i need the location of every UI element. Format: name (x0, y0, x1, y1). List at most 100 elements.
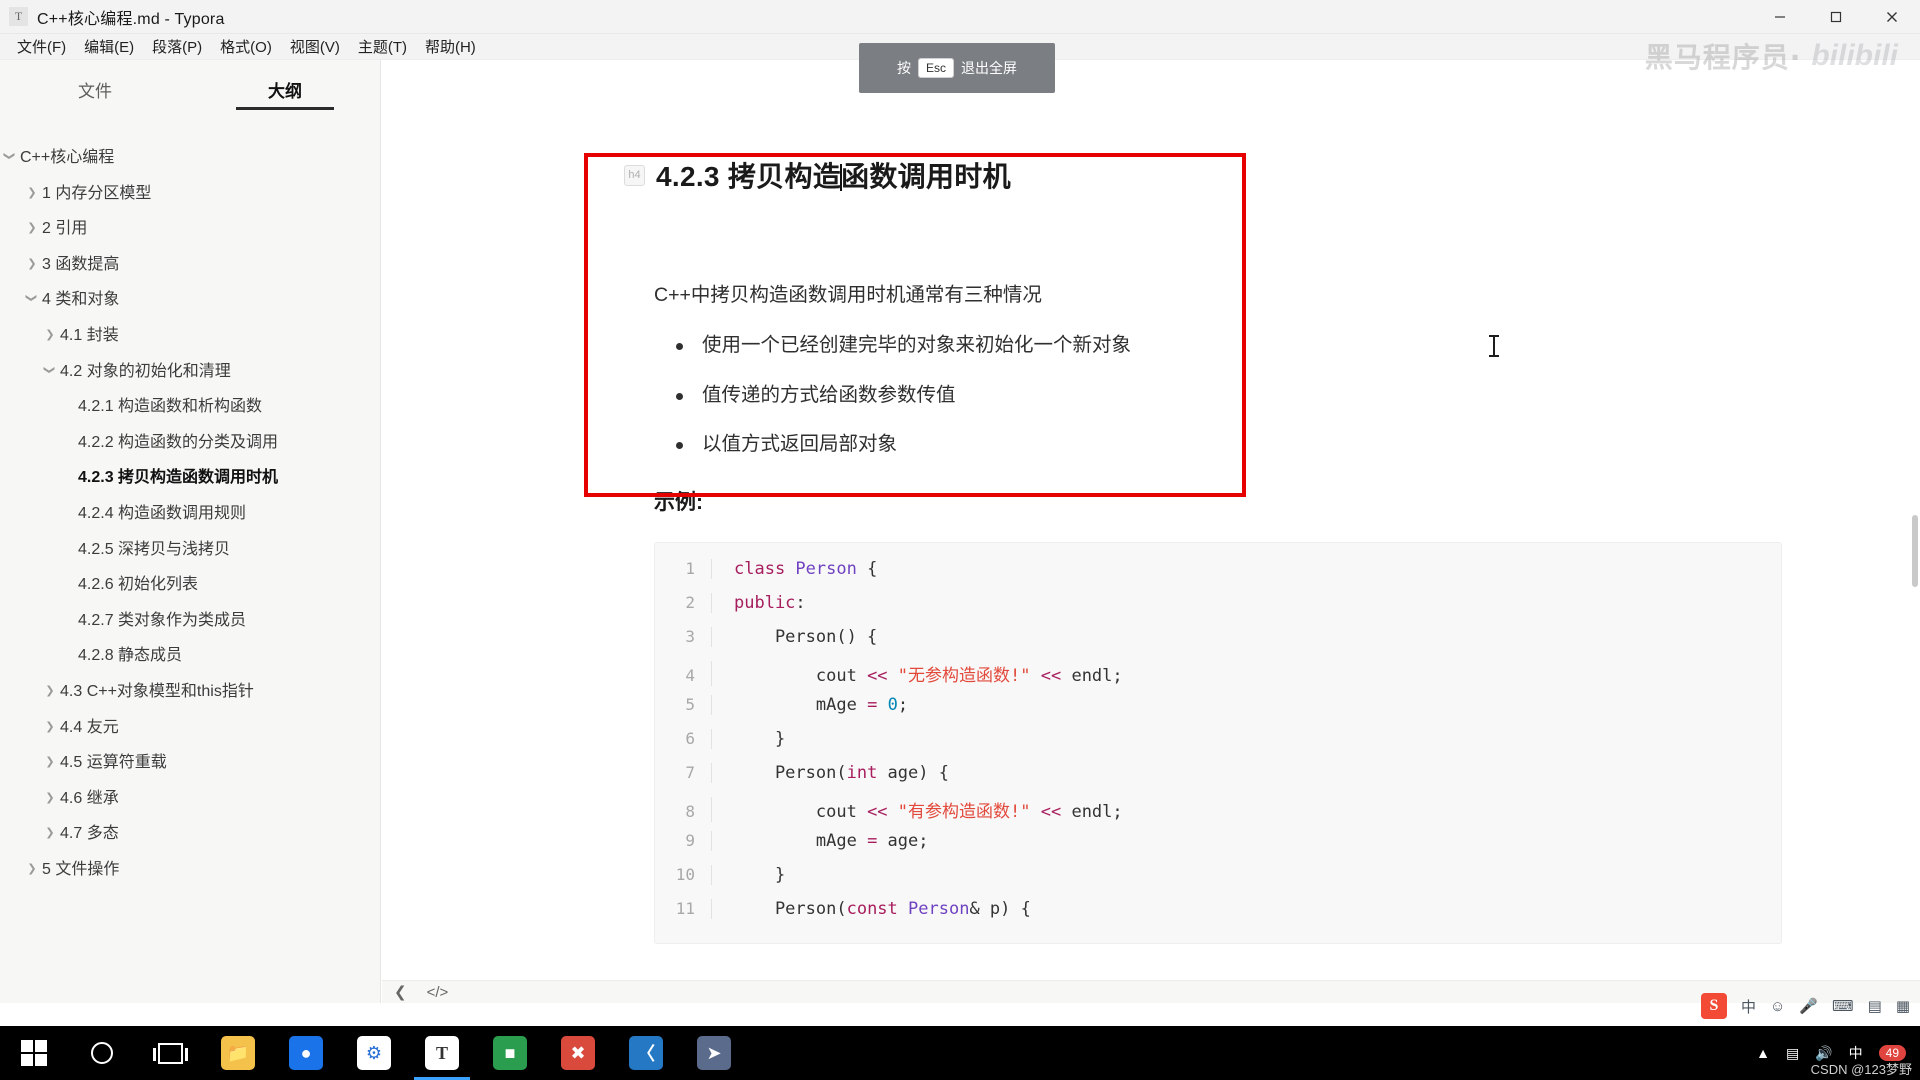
chevron-right-icon[interactable]: ❯ (40, 325, 60, 343)
outline-item-label: C++核心编程 (20, 149, 115, 166)
code-line-number: 11 (675, 899, 695, 919)
code-line-text: mAge = age; (711, 831, 1781, 852)
outline-item[interactable]: ❯ 3 函数提高 (0, 247, 380, 283)
chevron-right-icon[interactable]: ❯ (40, 681, 60, 699)
outline-item[interactable]: ❯ 4.4 友元 (0, 710, 380, 746)
chevron-right-icon[interactable]: ❯ (22, 254, 42, 272)
file-explorer[interactable]: 📁 (204, 1026, 272, 1080)
terminal-app[interactable]: ■ (476, 1026, 544, 1080)
emoji-icon[interactable]: ☺ (1770, 998, 1785, 1015)
outline-item[interactable]: ❯ 4 类和对象 (0, 282, 380, 318)
code-line: 9 mAge = age; (655, 831, 1781, 865)
outline-item[interactable]: ❯4.2.3 拷贝构造函数调用时机 (0, 460, 380, 496)
outline-item[interactable]: ❯ 1 内存分区模型 (0, 176, 380, 212)
windows-taskbar: 📁 ● ⚙ T ■ ✖ 〈 ➤ ▲ ▤ 🔊 中 49 CSDN @123梦野 (0, 1026, 1920, 1080)
outline-item[interactable]: ❯ 4.2 对象的初始化和清理 (0, 354, 380, 390)
close-icon[interactable] (1864, 0, 1920, 34)
sogou-ime-icon[interactable]: S (1700, 993, 1727, 1019)
outline-item[interactable]: ❯ 4.5 运算符重载 (0, 745, 380, 781)
outline-item[interactable]: ❯4.2.5 深拷贝与浅拷贝 (0, 532, 380, 568)
code-line-text: cout << "有参构造函数!" << endl; (711, 797, 1781, 823)
code-line: 6 } (655, 729, 1781, 763)
outline-item[interactable]: ❯ C++核心编程 (0, 140, 380, 176)
vertical-scrollbar[interactable] (1912, 515, 1918, 587)
outline-item[interactable]: ❯ 4.1 封装 (0, 318, 380, 354)
outline-item[interactable]: ❯4.2.8 静态成员 (0, 638, 380, 674)
task-view-button[interactable] (136, 1026, 204, 1080)
typora-icon: T (425, 1036, 459, 1070)
menu-theme[interactable]: 主题(T) (349, 34, 416, 59)
sidebar: 文件 大纲 ❯ C++核心编程 ❯ 1 内存分区模型 ❯ 2 引用 ❯ 3 函数提高 ❯ 4 类和… (0, 60, 381, 1003)
network-icon[interactable]: ▤ (1786, 1045, 1799, 1062)
menu-view[interactable]: 视图(V) (281, 34, 349, 59)
misc-app[interactable]: ➤ (680, 1026, 748, 1080)
outline-item[interactable]: ❯ 4.6 继承 (0, 781, 380, 817)
outline-item[interactable]: ❯4.2.2 构造函数的分类及调用 (0, 425, 380, 461)
mic-icon[interactable]: 🎤 (1799, 997, 1818, 1015)
menu-help[interactable]: 帮助(H) (416, 34, 485, 59)
minimize-icon[interactable] (1752, 0, 1808, 34)
tab-files[interactable]: 文件 (0, 60, 190, 118)
status-left-group: ❮ </> (394, 983, 449, 1002)
outline-item[interactable]: ❯ 4.3 C++对象模型和this指针 (0, 674, 380, 710)
chevron-right-icon[interactable]: ❯ (22, 859, 42, 877)
keyboard-icon[interactable]: ⌨ (1832, 997, 1854, 1015)
editor-content[interactable]: h4 4.2.3 拷贝构造函数调用时机 C++中拷贝构造函数调用时机通常有三种情… (382, 60, 1920, 1003)
typora-app[interactable]: T (408, 1026, 476, 1080)
outline-item[interactable]: ❯4.2.4 构造函数调用规则 (0, 496, 380, 532)
chevron-right-icon[interactable]: ❯ (40, 717, 60, 735)
code-line-text: mAge = 0; (711, 695, 1781, 716)
chevron-left-icon[interactable]: ❮ (394, 983, 407, 1001)
baidu-netdisk[interactable]: ⚙ (340, 1026, 408, 1080)
editor-app[interactable]: ✖ (544, 1026, 612, 1080)
toast-prefix: 按 (896, 60, 911, 76)
code-line-number: 7 (685, 763, 695, 783)
outline-item-label: 2 引用 (42, 220, 88, 238)
outline-item[interactable]: ❯ 5 文件操作 (0, 852, 380, 888)
outline-item[interactable]: ❯ 2 引用 (0, 211, 380, 247)
source-code-icon[interactable]: </> (427, 984, 449, 1001)
example-label: 示例: (654, 491, 703, 515)
code-line-number: 3 (685, 627, 695, 647)
outline-item[interactable]: ❯4.2.6 初始化列表 (0, 567, 380, 603)
heading-text-before-caret: 4.2.3 拷贝构造 (656, 161, 842, 192)
chevron-right-icon[interactable]: ❯ (22, 218, 42, 236)
code-line-number: 10 (675, 865, 695, 885)
code-line-text: Person() { (711, 627, 1781, 648)
chevron-right-icon[interactable]: ❯ (40, 788, 60, 806)
menu-edit[interactable]: 编辑(E) (75, 34, 143, 59)
outline-item-label: 4.3 C++对象模型和this指针 (60, 682, 254, 700)
browser-app[interactable]: ● (272, 1026, 340, 1080)
chevron-right-icon[interactable]: ❯ (40, 752, 60, 770)
code-line-text: Person(const Person& p) { (711, 899, 1781, 920)
maximize-icon[interactable] (1808, 0, 1864, 34)
vscode-app[interactable]: 〈 (612, 1026, 680, 1080)
chevron-down-icon[interactable]: ❯ (1, 146, 19, 166)
code-line-number: 6 (685, 729, 695, 749)
ime-mode-label[interactable]: 中 (1741, 996, 1756, 1017)
grid-icon[interactable]: ▦ (1896, 997, 1910, 1015)
menu-file[interactable]: 文件(F) (8, 34, 75, 59)
chevron-right-icon[interactable]: ❯ (22, 183, 42, 201)
outline-item-label: 4.6 继承 (60, 789, 119, 807)
menu-format[interactable]: 格式(O) (211, 34, 281, 59)
chevron-down-icon[interactable]: ❯ (23, 288, 41, 308)
outline-item[interactable]: ❯4.2.7 类对象作为类成员 (0, 603, 380, 639)
code-block[interactable]: 1 class Person {2 public: 3 Person() {4 cou… (654, 542, 1782, 945)
toolbox-icon[interactable]: ▤ (1868, 997, 1882, 1015)
tab-outline[interactable]: 大纲 (190, 60, 380, 118)
search-button[interactable] (68, 1026, 136, 1080)
chevron-down-icon[interactable]: ❯ (41, 359, 59, 379)
screen: T C++核心编程.md - Typora 文件(F) 编辑(E) 段落(P) … (0, 0, 1920, 1080)
outline-item[interactable]: ❯ 4.7 多态 (0, 816, 380, 852)
toast-suffix: 退出全屏 (961, 60, 1017, 76)
outline-item[interactable]: ❯4.2.1 构造函数和析构函数 (0, 389, 380, 425)
outline-item-label: 4.2.5 深拷贝与浅拷贝 (78, 540, 231, 558)
bullet-list: 使用一个已经创建完毕的对象来初始化一个新对象 值传递的方式给函数参数传值 以值方式返… (672, 332, 1726, 458)
chevron-up-icon[interactable]: ▲ (1756, 1045, 1770, 1061)
outline-item-label: 4 类和对象 (42, 291, 120, 309)
menu-paragraph[interactable]: 段落(P) (143, 34, 211, 59)
start-button[interactable] (0, 1026, 68, 1080)
outline-item-label: 1 内存分区模型 (42, 184, 152, 202)
chevron-right-icon[interactable]: ❯ (40, 823, 60, 841)
